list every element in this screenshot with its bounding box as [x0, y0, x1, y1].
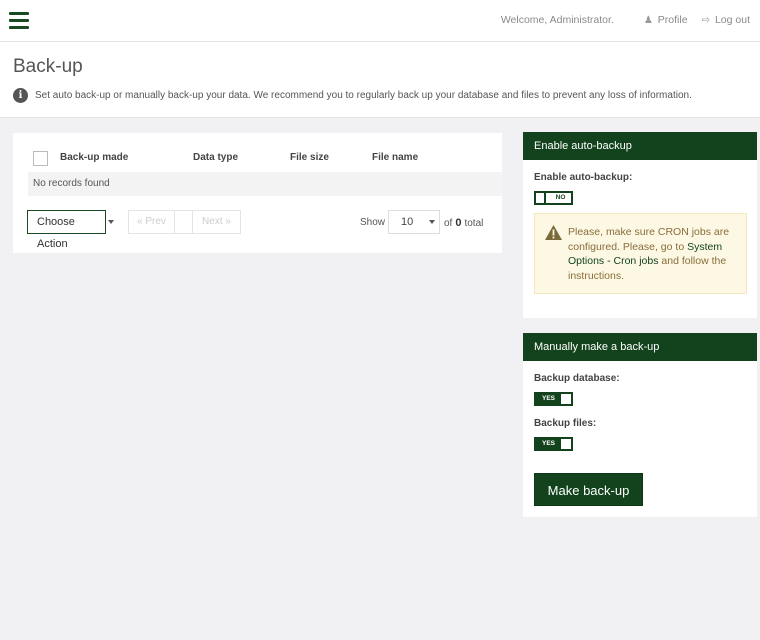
page-description: i Set auto back-up or manually back-up y…: [13, 88, 692, 103]
info-icon: i: [13, 88, 28, 103]
page-number: [175, 210, 193, 234]
pagination: « Prev Next »: [128, 210, 241, 234]
next-page-button[interactable]: Next »: [193, 210, 241, 234]
prev-page-button[interactable]: « Prev: [128, 210, 175, 234]
show-label: Show: [360, 217, 386, 228]
auto-backup-toggle[interactable]: NO: [534, 191, 573, 205]
col-backup-made[interactable]: Back-up made: [60, 152, 128, 163]
toggle-state: YES: [541, 440, 555, 447]
col-data-type[interactable]: Data type: [193, 152, 238, 163]
welcome-text: Welcome, Administrator.: [500, 14, 614, 26]
warning-icon: [545, 225, 562, 240]
empty-row: No records found: [28, 172, 502, 196]
toggle-state: NO: [555, 194, 566, 201]
logout-link[interactable]: ⇨ Log out: [702, 14, 750, 26]
choose-action-button[interactable]: Choose Action: [27, 210, 106, 250]
toggle-state: YES: [541, 395, 555, 402]
user-icon: ♟: [643, 14, 653, 26]
select-all-checkbox[interactable]: [33, 150, 48, 166]
make-backup-button[interactable]: Make back-up: [534, 473, 643, 506]
panel-title: Manually make a back-up: [523, 333, 757, 361]
backup-database-toggle[interactable]: YES: [534, 392, 573, 406]
profile-link[interactable]: ♟ Profile: [644, 14, 688, 26]
col-file-name[interactable]: File name: [372, 152, 418, 163]
logout-label: Log out: [714, 14, 750, 26]
backups-card: Back-up made Data type File size File na…: [13, 133, 502, 253]
of-label: of: [444, 218, 453, 229]
page-title: Back-up: [13, 56, 83, 77]
table-header: Back-up made Data type File size File na…: [28, 147, 488, 169]
total-label: total: [464, 218, 484, 229]
total-count: of 0 total: [444, 217, 483, 229]
col-file-size[interactable]: File size: [290, 152, 329, 163]
backup-database-label: Backup database:: [534, 373, 620, 384]
cron-warning: Please, make sure CRON jobs are configur…: [534, 213, 747, 294]
total-number: 0: [455, 217, 462, 229]
toggle-knob: [536, 193, 546, 203]
page-header: Back-up i Set auto back-up or manually b…: [0, 42, 760, 118]
manual-backup-panel: Manually make a back-up Backup database:…: [523, 333, 757, 517]
profile-label: Profile: [657, 14, 688, 26]
warning-text: Please, make sure CRON jobs are configur…: [568, 225, 740, 283]
backup-files-toggle[interactable]: YES: [534, 437, 573, 451]
chevron-down-icon: [429, 220, 435, 224]
description-text: Set auto back-up or manually back-up you…: [35, 90, 692, 101]
panel-title: Enable auto-backup: [523, 132, 757, 160]
sign-out-icon: ⇨: [701, 14, 710, 26]
backup-files-label: Backup files:: [534, 418, 597, 429]
auto-backup-label: Enable auto-backup:: [534, 172, 633, 183]
toggle-knob: [561, 394, 571, 404]
toggle-knob: [561, 439, 571, 449]
top-nav: Welcome, Administrator. ♟ Profile ⇨ Log …: [501, 14, 750, 26]
menu-icon[interactable]: [9, 12, 29, 30]
top-bar: Welcome, Administrator. ♟ Profile ⇨ Log …: [0, 0, 760, 42]
auto-backup-panel: Enable auto-backup Enable auto-backup: N…: [523, 132, 757, 318]
page-size-value: 10: [401, 216, 414, 228]
page-size-select[interactable]: 10: [388, 210, 440, 234]
chevron-down-icon[interactable]: [108, 220, 114, 224]
